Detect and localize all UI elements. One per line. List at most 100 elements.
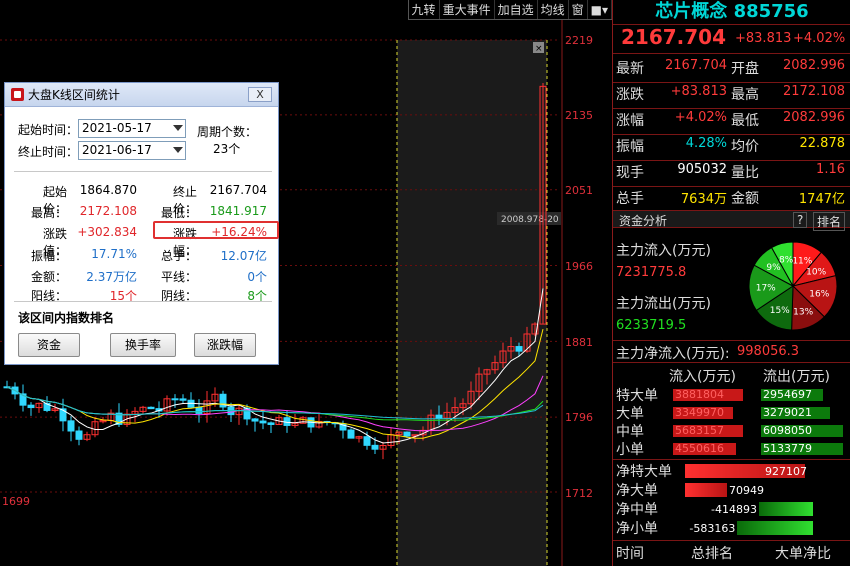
end-time-select[interactable]: 2021-06-17 (78, 141, 186, 160)
candle-body (403, 431, 411, 437)
stat-label: 总手： (160, 249, 197, 263)
crosshair-value: 2008.978-20 (501, 215, 559, 225)
main-outflow-value: 6233719.5 (616, 318, 687, 333)
start-time-select[interactable]: 2021-05-17 (78, 119, 186, 138)
candle-body (363, 436, 371, 446)
toolbar-menu-icon[interactable]: ■▾ (588, 0, 612, 19)
outflow-value: 6098050 (763, 424, 812, 437)
toolbar-window-button[interactable]: 窗 (569, 0, 588, 19)
stat-value: 17.71% (91, 247, 137, 261)
quote-label: 振幅 (616, 139, 644, 155)
pie-slice-label: 17% (756, 283, 776, 293)
funds-button[interactable]: 资金 (18, 333, 80, 357)
price-tick: 2135 (565, 109, 593, 122)
quote-label: 金额 (731, 191, 759, 207)
flow-row-label: 小单 (616, 442, 644, 458)
period-value: 23个 (213, 142, 241, 156)
quote-label: 涨幅 (616, 113, 644, 129)
range-stats-dialog: 大盘K线区间统计 X 起始时间： 2021-05-17 终止时间： 2021-0… (4, 82, 279, 365)
close-icon-glyph: × (535, 44, 543, 54)
stat-value: +302.834 (77, 225, 137, 239)
price-change-pct: +4.02% (793, 31, 846, 46)
toolbar-jiuzhuan-button[interactable]: 九转 (409, 0, 440, 19)
quote-label: 现手 (616, 165, 644, 181)
net-flow-value: 927107 (765, 465, 807, 478)
candle-body (515, 346, 523, 352)
divider (613, 82, 850, 83)
dialog-title-bar[interactable]: 大盘K线区间统计 (5, 83, 278, 107)
pie-slice-label: 15% (770, 306, 790, 316)
net-flow-value: -414893 (711, 503, 757, 516)
dialog-close-button[interactable]: X (248, 87, 272, 102)
net-flow-value: -583163 (689, 522, 736, 535)
period-label: 周期个数： (197, 125, 258, 139)
rank-button[interactable]: 排名 (813, 212, 846, 231)
inflow-value: 3881804 (675, 388, 724, 401)
highlight-box (153, 221, 279, 239)
candle-body (347, 429, 355, 439)
outflow-value: 2954697 (763, 388, 812, 401)
quote-label: 最高 (731, 87, 759, 103)
left-price-tick: 1699 (2, 495, 30, 508)
price-tick: 1966 (565, 260, 593, 273)
quote-value: 4.28% (685, 136, 727, 151)
toolbar-ma-button[interactable]: 均线 (538, 0, 569, 19)
candle-body (259, 420, 267, 424)
net-row-label: 净特大单 (616, 464, 672, 480)
price-tick: 1712 (565, 487, 593, 500)
flow-row-label: 大单 (616, 406, 644, 422)
selected-range-shade (397, 40, 547, 566)
end-time-label: 终止时间： (18, 145, 79, 159)
quote-value: 1747亿 (798, 192, 845, 207)
turnover-button[interactable]: 换手率 (110, 333, 176, 357)
quote-label: 量比 (731, 165, 759, 181)
app-icon (11, 88, 24, 101)
stock-code: 885756 (733, 1, 809, 22)
fund-analysis-title: 资金分析 (619, 214, 668, 228)
quote-value: 905032 (677, 162, 727, 177)
flow-row-label: 特大单 (616, 388, 658, 404)
candle-body (171, 398, 179, 401)
footer-rank-label: 总排名 (691, 546, 733, 562)
candle-body (251, 418, 259, 422)
main-net-inflow-value: 998056.3 (737, 344, 800, 359)
inflow-value: 3349970 (675, 406, 724, 419)
quote-label: 涨跌 (616, 87, 644, 103)
pie-slice-label: 8% (779, 256, 794, 266)
stat-label: 金额： (30, 270, 67, 284)
pie-slice-label: 13% (793, 307, 813, 317)
quote-value: 2172.108 (783, 84, 846, 99)
candle-body (371, 444, 379, 450)
divider (14, 301, 272, 302)
outflow-value: 3279021 (763, 406, 812, 419)
divider (613, 53, 850, 54)
stat-value: 2.37万亿 (86, 270, 137, 284)
main-outflow-label: 主力流出(万元) (616, 296, 711, 312)
quote-label: 最低 (731, 113, 759, 129)
toolbar-events-button[interactable]: 重大事件 (440, 0, 495, 19)
fund-pie-chart: 11%10%16%13%15%17%9%8% (748, 241, 838, 331)
main-net-inflow-label: 主力净流入(万元): (616, 346, 730, 362)
stat-value: 0个 (247, 270, 267, 284)
quote-panel: 芯片概念 885756 2167.704 +83.813 +4.02% 最新 21… (612, 0, 850, 566)
chevron-down-icon (173, 147, 183, 153)
price-tick: 2219 (565, 34, 593, 47)
candle-body (195, 406, 203, 414)
net-flow-bar (685, 483, 727, 497)
price-tick: 1796 (565, 411, 593, 424)
help-button[interactable]: ? (793, 212, 808, 228)
net-flow-bar (737, 521, 813, 535)
change-button[interactable]: 涨跌幅 (194, 333, 256, 357)
quote-value: +83.813 (670, 84, 727, 99)
divider (613, 134, 850, 135)
inflow-header: 流入(万元) (669, 369, 736, 385)
stock-title: 芯片概念 885756 (613, 0, 850, 24)
toolbar-add-watch-button[interactable]: 加自选 (495, 0, 538, 19)
stat-value: 2172.108 (79, 204, 137, 218)
inflow-value: 5683157 (675, 424, 724, 437)
quote-value: 2167.704 (665, 58, 728, 73)
net-flow-value: 70949 (729, 484, 764, 497)
start-time-value: 2021-05-17 (82, 121, 152, 135)
quote-label: 总手 (616, 191, 644, 207)
net-flow-bar (759, 502, 813, 516)
